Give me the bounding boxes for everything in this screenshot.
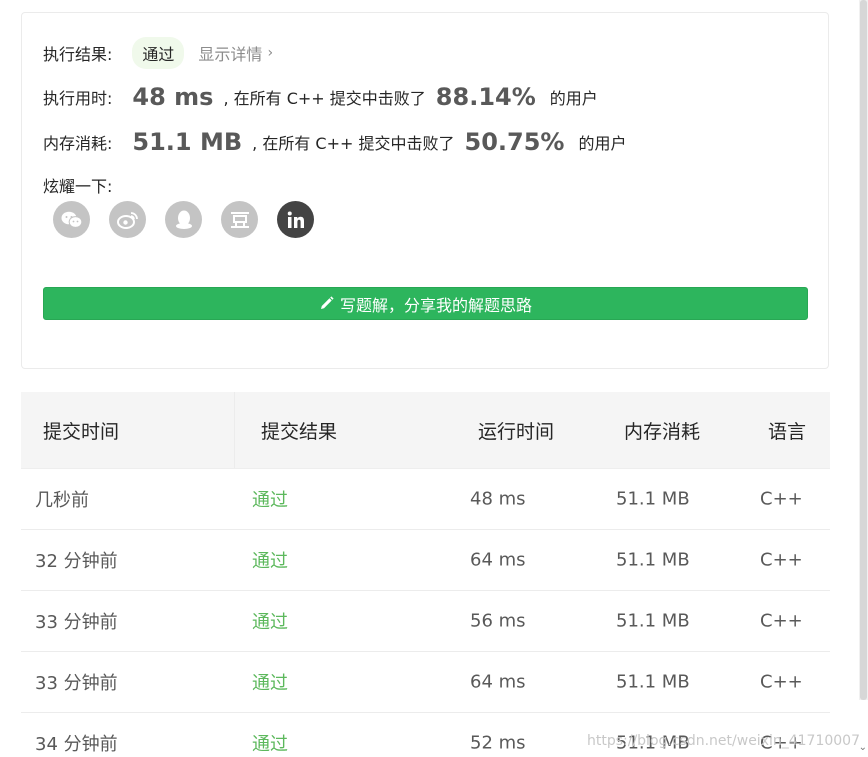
table-row: 33 分钟前 通过 64 ms 51.1 MB C++ (21, 652, 830, 713)
table-row: 几秒前 通过 48 ms 51.1 MB C++ (21, 469, 830, 530)
table-row: 32 分钟前 通过 64 ms 51.1 MB C++ (21, 530, 830, 591)
cell-status-link[interactable]: 通过 (252, 608, 288, 634)
header-divider (234, 392, 235, 468)
runtime-percent: 88.14% (435, 83, 536, 111)
cell-language: C++ (760, 671, 803, 693)
cell-language: C++ (760, 610, 803, 632)
scrollbar-thumb[interactable] (860, 0, 867, 700)
memory-value: 51.1 MB (132, 128, 243, 156)
show-details-label: 显示详情 (198, 45, 263, 64)
cell-runtime: 48 ms (470, 488, 526, 510)
runtime-row: 执行用时: 48 ms , 在所有 C++ 提交中击败了 88.14% 的用户 (43, 83, 598, 111)
submissions-table: 提交时间 提交结果 运行时间 内存消耗 语言 几秒前 通过 48 ms 51.1… (21, 392, 830, 757)
vertical-scrollbar[interactable] (859, 0, 868, 700)
cell-runtime: 64 ms (470, 671, 526, 693)
table-row: 33 分钟前 通过 56 ms 51.1 MB C++ (21, 591, 830, 652)
cell-runtime: 56 ms (470, 610, 526, 632)
show-details-link[interactable]: 显示详情 › (198, 41, 273, 65)
cell-time: 33 分钟前 (35, 673, 118, 694)
share-label: 炫耀一下: (43, 177, 113, 196)
cell-runtime: 64 ms (470, 549, 526, 571)
cell-memory: 51.1 MB (616, 549, 690, 571)
cell-status-link[interactable]: 通过 (252, 486, 288, 512)
share-icons (53, 201, 314, 238)
cell-status-link[interactable]: 通过 (252, 730, 288, 756)
share-label-row: 炫耀一下: (43, 173, 112, 197)
cell-memory: 51.1 MB (616, 671, 690, 693)
memory-suffix: 的用户 (578, 134, 627, 153)
scroll-down-arrow-icon[interactable]: ⌄ (859, 742, 867, 753)
pencil-icon (320, 296, 334, 309)
header-submit-result[interactable]: 提交结果 (261, 417, 337, 444)
wechat-icon (61, 211, 82, 228)
memory-row: 内存消耗: 51.1 MB , 在所有 C++ 提交中击败了 50.75% 的用… (43, 128, 626, 156)
header-submit-time[interactable]: 提交时间 (43, 417, 119, 444)
memory-percent: 50.75% (464, 128, 565, 156)
share-wechat-button[interactable] (53, 201, 90, 238)
header-language[interactable]: 语言 (768, 417, 806, 444)
header-memory[interactable]: 内存消耗 (624, 417, 700, 444)
cell-memory: 51.1 MB (616, 488, 690, 510)
qq-icon (175, 210, 192, 229)
cell-language: C++ (760, 488, 803, 510)
result-label: 执行结果: (43, 45, 113, 64)
runtime-suffix: 的用户 (549, 89, 598, 108)
runtime-text: , 在所有 C++ 提交中击败了 (223, 89, 426, 108)
cell-time: 几秒前 (35, 490, 89, 511)
douban-icon (230, 211, 249, 228)
cell-time: 33 分钟前 (35, 612, 118, 633)
memory-label: 内存消耗: (43, 134, 113, 153)
runtime-label: 执行用时: (43, 89, 113, 108)
chevron-right-icon: › (267, 45, 274, 61)
header-runtime[interactable]: 运行时间 (478, 417, 554, 444)
share-linkedin-button[interactable] (277, 201, 314, 238)
write-solution-label: 写题解，分享我的解题思路 (339, 295, 532, 315)
watermark: https://blog.csdn.net/weixin_41710007 (586, 733, 860, 749)
table-header: 提交时间 提交结果 运行时间 内存消耗 语言 (21, 392, 830, 469)
cell-status-link[interactable]: 通过 (252, 547, 288, 573)
cell-memory: 51.1 MB (616, 610, 690, 632)
cell-time: 34 分钟前 (35, 734, 118, 755)
submission-result-card: 执行结果: 通过 显示详情 › 执行用时: 48 ms , 在所有 C++ 提交… (21, 12, 829, 369)
memory-text: , 在所有 C++ 提交中击败了 (252, 134, 455, 153)
status-badge: 通过 (132, 37, 185, 69)
linkedin-icon (287, 211, 304, 228)
result-row: 执行结果: 通过 显示详情 › (43, 37, 273, 69)
weibo-icon (116, 211, 138, 229)
share-douban-button[interactable] (221, 201, 258, 238)
runtime-value: 48 ms (132, 83, 214, 111)
cell-language: C++ (760, 549, 803, 571)
share-weibo-button[interactable] (109, 201, 146, 238)
share-qq-button[interactable] (165, 201, 202, 238)
cell-runtime: 52 ms (470, 732, 526, 754)
cell-status-link[interactable]: 通过 (252, 669, 288, 695)
cell-time: 32 分钟前 (35, 551, 118, 572)
write-solution-button[interactable]: 写题解，分享我的解题思路 (43, 287, 808, 320)
